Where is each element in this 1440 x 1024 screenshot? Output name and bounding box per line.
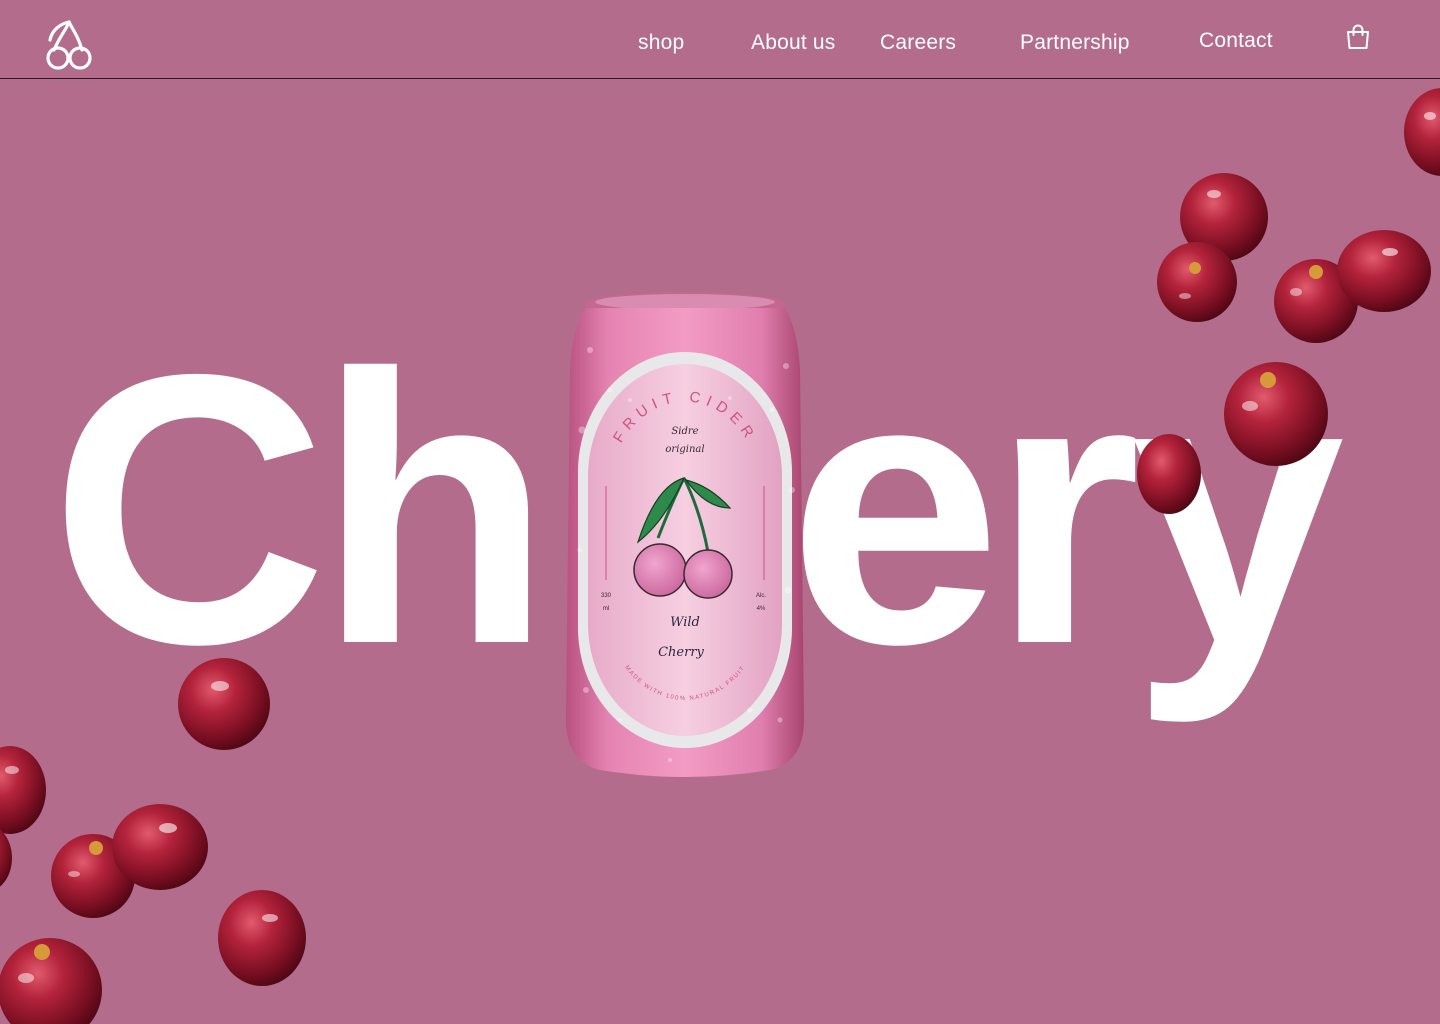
cherry-image <box>1404 88 1440 176</box>
site-header: shop About us Careers Partnership Contac… <box>0 0 1440 79</box>
can-subtitle-1: Sidre <box>671 426 698 437</box>
nav-about-us[interactable]: About us <box>751 31 836 55</box>
cherry-logo-icon[interactable] <box>42 16 96 70</box>
hero-title-left: Ch <box>50 295 552 724</box>
cherry-image <box>0 938 102 1024</box>
cider-can-image: FRUIT CIDER MADE WITH 100% NATURAL FRUIT… <box>566 292 804 777</box>
nav-shop[interactable]: shop <box>638 31 684 55</box>
can-name-line2: Cherry <box>658 645 704 660</box>
cherry-image <box>218 890 306 986</box>
cherry-image <box>178 658 270 750</box>
nav-partnership[interactable]: Partnership <box>1020 31 1130 55</box>
can-alc-label: Alc. <box>756 593 766 599</box>
can-alc-value: 4% <box>757 606 766 612</box>
can-volume-value: 330 <box>601 593 612 599</box>
cherry-image <box>0 829 12 887</box>
can-volume-unit: ml <box>603 606 609 612</box>
cherry-image <box>1224 362 1328 466</box>
cherry-image <box>112 804 208 890</box>
can-name-line1: Wild <box>670 615 700 630</box>
can-subtitle-2: original <box>665 444 704 455</box>
cherry-image <box>1157 242 1237 322</box>
nav-careers[interactable]: Careers <box>880 31 956 55</box>
can-label <box>588 364 782 736</box>
nav-contact[interactable]: Contact <box>1199 29 1273 53</box>
can-lid-inner <box>595 294 775 310</box>
cherry-image <box>1137 434 1201 514</box>
cherry-image <box>1337 230 1431 312</box>
shopping-bag-icon[interactable] <box>1344 23 1372 51</box>
